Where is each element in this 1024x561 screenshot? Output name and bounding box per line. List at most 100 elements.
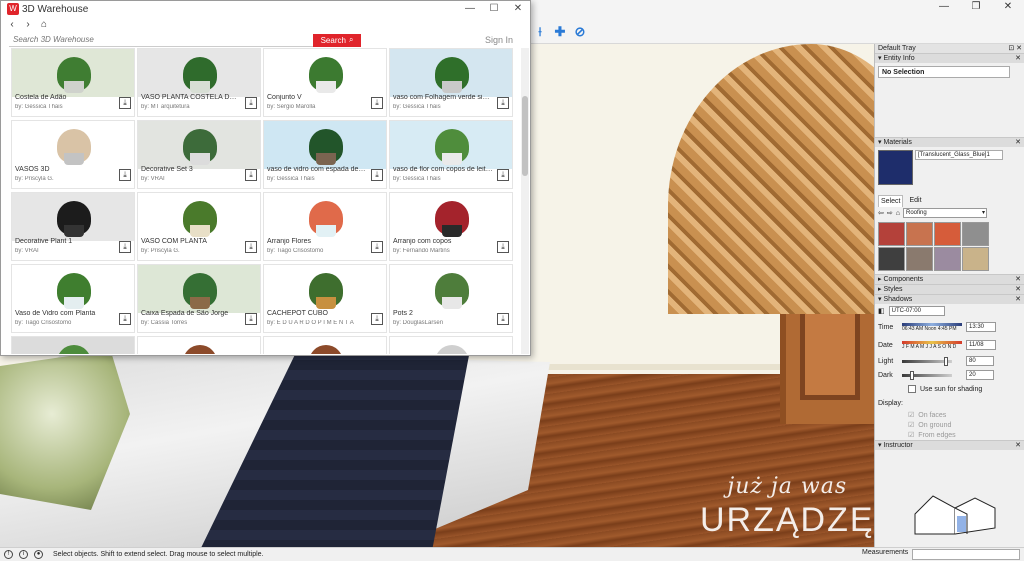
maximize-button[interactable]: ☐ [482,1,506,17]
result-card[interactable]: Conjunto V by: Sergio Marolla ⤓ [263,48,387,117]
result-thumbnail[interactable] [390,49,512,97]
minimize-button[interactable]: — [928,0,960,14]
download-icon[interactable]: ⤓ [371,97,383,109]
result-author[interactable]: by: Gessica Thais [267,176,367,182]
result-author[interactable]: by: Fernando Martins [393,248,493,254]
result-title[interactable]: vaso com Folhagem verde simples [393,94,493,101]
result-title[interactable]: Arranjo com copos [393,238,493,245]
result-title[interactable]: Decorative Set 3 [141,166,241,173]
result-title[interactable]: Vaso de Vidro com Planta [15,310,115,317]
material-swatch[interactable] [934,222,961,246]
material-swatch[interactable] [878,247,905,271]
result-thumbnail[interactable] [12,337,134,354]
result-card[interactable]: Pots 2 by: DouglasLarsen ⤓ [389,264,513,333]
tab-select[interactable]: Select [878,195,904,207]
material-swatch[interactable] [906,247,933,271]
result-author[interactable]: by: Tiago Crisostomo [15,320,115,326]
result-thumbnail[interactable] [390,121,512,169]
close-icon[interactable]: ✕ [1015,54,1021,64]
result-author[interactable]: by: Gessica Thais [15,104,115,110]
time-field[interactable]: 13:30 [966,322,996,332]
materials-header[interactable]: ▾ Materials ✕ [875,137,1024,147]
dark-knob[interactable] [910,370,914,380]
home-icon[interactable]: ⌂ [896,210,900,217]
download-icon[interactable]: ⤓ [371,313,383,325]
timezone-select[interactable]: UTC-07:00 [888,306,945,316]
result-card[interactable]: Caixa Espada de São Jorge by: Cassia Torr… [137,264,261,333]
result-title[interactable]: VASO PLANTA COSTELA DE ADÃO [141,94,241,101]
measurements-input[interactable] [912,549,1020,560]
result-card[interactable]: vaso de flor com copos de leite brancos b… [389,120,513,189]
close-icon[interactable]: ✕ [1015,295,1021,305]
result-author[interactable]: by: Tiago Crisostomo [267,248,367,254]
result-title[interactable]: Decorative Plant 1 [15,238,115,245]
result-thumbnail[interactable] [264,121,386,169]
material-swatch[interactable] [878,222,905,246]
result-thumbnail[interactable] [138,337,260,354]
entity-info-header[interactable]: ▾ Entity Info ✕ [875,53,1024,63]
result-thumbnail[interactable] [138,121,260,169]
material-swatch[interactable] [962,222,989,246]
result-card[interactable]: Vaso de Vidro com Planta by: Tiago Crisos… [11,264,135,333]
result-card[interactable]: VASO PLANTA COSTELA DE ADÃO by: MT arquit… [137,48,261,117]
result-title[interactable]: vaso de flor com copos de leite brancos [393,166,493,173]
result-title[interactable]: Arranjo Flores [267,238,367,245]
result-author[interactable]: by: Sergio Marolla [267,104,367,110]
material-swatch[interactable] [934,247,961,271]
result-title[interactable]: Caixa Espada de São Jorge [141,310,241,317]
result-title[interactable]: CACHEPOT CUBO [267,310,367,317]
download-icon[interactable]: ⤓ [119,169,131,181]
geo-icon[interactable]: ! [4,550,13,559]
light-knob[interactable] [944,356,948,366]
section-icon[interactable]: ⟊ [532,24,548,40]
category-select[interactable]: Roofing [902,208,987,218]
back-icon[interactable]: ‹ [7,19,17,30]
minimize-button[interactable]: — [458,1,482,17]
result-card[interactable]: ⤓ [137,336,261,354]
time-slider[interactable]: 06:43 AM Noon 4:45 PM [902,322,962,332]
download-icon[interactable]: ⤓ [497,169,509,181]
result-card[interactable]: Decorative Plant 1 by: VRAI ⤓ [11,192,135,261]
result-author[interactable]: by: MT arquitetura [141,104,241,110]
material-swatch[interactable] [906,222,933,246]
result-author[interactable]: by: VRAI [141,176,241,182]
download-icon[interactable]: ⤓ [245,241,257,253]
result-title[interactable]: Conjunto V [267,94,367,101]
result-card[interactable]: VASOS 3D by: Priscyla G. ⤓ [11,120,135,189]
download-icon[interactable]: ⤓ [119,313,131,325]
back-icon[interactable]: ⇦ [878,209,884,217]
scrollbar-thumb[interactable] [522,96,528,176]
result-card[interactable]: VASO COM PLANTA by: Priscyla G. ⤓ [137,192,261,261]
tag-icon[interactable]: ⊘ [572,24,588,40]
download-icon[interactable]: ⤓ [497,241,509,253]
result-thumbnail[interactable] [390,337,512,354]
credits-icon[interactable]: i [19,550,28,559]
result-card[interactable]: ⤓ [263,336,387,354]
user-icon[interactable]: ● [34,550,43,559]
result-title[interactable]: VASOS 3D [15,166,115,173]
result-author[interactable]: by: DouglasLarsen [393,320,493,326]
on-ground-checkbox[interactable]: ☑ [908,421,914,429]
forward-icon[interactable]: › [23,19,33,30]
download-icon[interactable]: ⤓ [119,241,131,253]
download-icon[interactable]: ⤓ [245,169,257,181]
download-icon[interactable]: ⤓ [371,169,383,181]
on-faces-checkbox[interactable]: ☑ [908,411,914,419]
forward-icon[interactable]: ⇨ [887,209,893,217]
result-title[interactable]: vaso de vidro com espada de são jorge [267,166,367,173]
result-author[interactable]: by: VRAI [15,248,115,254]
pin-icon[interactable]: ⊡ ✕ [1008,44,1022,53]
light-slider[interactable] [902,356,952,366]
result-card[interactable]: vaso com Folhagem verde simples by: Gessi… [389,48,513,117]
result-title[interactable]: Pots 2 [393,310,493,317]
close-button[interactable]: ✕ [992,0,1024,14]
components-header[interactable]: ▸ Components ✕ [875,274,1024,284]
home-icon[interactable]: ⌂ [39,19,49,30]
styles-header[interactable]: ▸ Styles ✕ [875,284,1024,294]
from-edges-checkbox[interactable]: ☑ [908,431,914,439]
result-thumbnail[interactable] [138,49,260,97]
tab-edit[interactable]: Edit [907,195,923,207]
result-author[interactable]: by: Priscyla G. [15,176,115,182]
close-button[interactable]: ✕ [506,1,530,17]
shadows-header[interactable]: ▾ Shadows ✕ [875,294,1024,304]
